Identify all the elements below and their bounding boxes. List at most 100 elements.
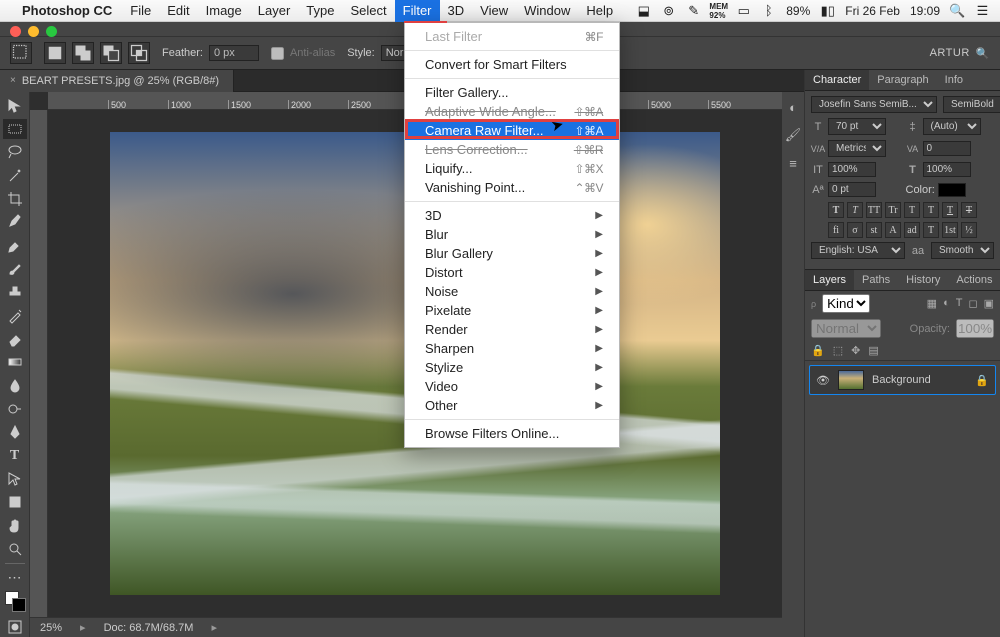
doc-size[interactable]: Doc: 68.7M/68.7M xyxy=(104,622,194,634)
menu-stylize-sub[interactable]: Stylize▶ xyxy=(405,358,619,377)
window-close[interactable] xyxy=(10,26,21,37)
quickmask-icon[interactable] xyxy=(3,618,27,637)
crop-tool-icon[interactable] xyxy=(3,189,27,208)
stamp-tool-icon[interactable] xyxy=(3,283,27,302)
leading-select[interactable]: (Auto) xyxy=(923,118,981,135)
eyedropper-tool-icon[interactable] xyxy=(3,213,27,232)
baseline-input[interactable] xyxy=(828,182,876,197)
menu-file[interactable]: File xyxy=(122,0,159,22)
ot-st-button[interactable]: st xyxy=(866,222,882,238)
menu-other-sub[interactable]: Other▶ xyxy=(405,396,619,415)
move-tool-icon[interactable] xyxy=(3,96,27,115)
menu-filter[interactable]: Filter xyxy=(395,0,440,22)
vscale-input[interactable] xyxy=(828,162,876,177)
text-color-well[interactable] xyxy=(938,183,966,197)
brush-tool-icon[interactable] xyxy=(3,259,27,278)
hscale-input[interactable] xyxy=(923,162,971,177)
wand-tool-icon[interactable] xyxy=(3,166,27,185)
layer-kind-select[interactable]: Kind xyxy=(822,294,870,313)
faux-italic-button[interactable]: T xyxy=(847,202,863,218)
workspace-name[interactable]: ARTUR xyxy=(930,47,970,59)
dropbox-icon[interactable]: ⬓ xyxy=(636,3,651,18)
menu-edit[interactable]: Edit xyxy=(159,0,197,22)
underline-button[interactable]: T xyxy=(942,202,958,218)
menu-image[interactable]: Image xyxy=(198,0,250,22)
lock-position-icon[interactable]: ✥ xyxy=(851,344,860,357)
kerning-select[interactable]: Metrics xyxy=(828,140,886,157)
antialias-select[interactable]: Smooth xyxy=(931,242,994,259)
window-zoom[interactable] xyxy=(46,26,57,37)
lock-pixels-icon[interactable]: ⬚ xyxy=(833,344,843,357)
menu-help[interactable]: Help xyxy=(578,0,621,22)
evernote-icon[interactable]: ✎ xyxy=(686,3,701,18)
lasso-tool-icon[interactable] xyxy=(3,143,27,162)
bluetooth-icon[interactable]: ᛒ xyxy=(761,3,776,18)
tab-paragraph[interactable]: Paragraph xyxy=(869,70,936,90)
menu-blur-gallery-sub[interactable]: Blur Gallery▶ xyxy=(405,244,619,263)
ot-ad-button[interactable]: ad xyxy=(904,222,920,238)
display-icon[interactable]: ▭ xyxy=(736,3,751,18)
menu-sharpen-sub[interactable]: Sharpen▶ xyxy=(405,339,619,358)
spotlight-icon[interactable]: 🔍 xyxy=(950,3,965,18)
blur-tool-icon[interactable] xyxy=(3,376,27,395)
eraser-tool-icon[interactable] xyxy=(3,329,27,348)
strike-button[interactable]: T xyxy=(961,202,977,218)
menu-blur-sub[interactable]: Blur▶ xyxy=(405,225,619,244)
superscript-button[interactable]: T xyxy=(904,202,920,218)
marquee-add-icon[interactable] xyxy=(72,42,94,64)
menu-lens-correction[interactable]: Lens Correction...⇧⌘R xyxy=(405,140,619,159)
menu-3d[interactable]: 3D xyxy=(440,0,473,22)
gradient-tool-icon[interactable] xyxy=(3,353,27,372)
filter-type-icon[interactable]: T xyxy=(956,297,963,310)
path-tool-icon[interactable] xyxy=(3,469,27,488)
menu-layer[interactable]: Layer xyxy=(250,0,299,22)
history-brush-icon[interactable] xyxy=(3,306,27,325)
menu-convert-smart[interactable]: Convert for Smart Filters xyxy=(405,55,619,74)
ot-frac-button[interactable]: ½ xyxy=(961,222,977,238)
smallcaps-button[interactable]: Tr xyxy=(885,202,901,218)
menu-select[interactable]: Select xyxy=(342,0,394,22)
menu-view[interactable]: View xyxy=(472,0,516,22)
menu-browse-filters[interactable]: Browse Filters Online... xyxy=(405,424,619,443)
menu-vanishing-point[interactable]: Vanishing Point...⌃⌘V xyxy=(405,178,619,197)
marquee-intersect-icon[interactable] xyxy=(128,42,150,64)
tab-character[interactable]: Character xyxy=(805,70,869,90)
ot-ord-button[interactable]: 1st xyxy=(942,222,958,238)
menu-type[interactable]: Type xyxy=(298,0,342,22)
search-icon[interactable]: 🔍 xyxy=(976,47,990,60)
ruler-vertical[interactable] xyxy=(30,110,48,617)
filter-smart-icon[interactable]: ▣ xyxy=(984,297,994,310)
adjustments-icon[interactable]: ◐ xyxy=(784,98,802,116)
language-select[interactable]: English: USA xyxy=(811,242,905,259)
menu-pixelate-sub[interactable]: Pixelate▶ xyxy=(405,301,619,320)
tab-layers[interactable]: Layers xyxy=(805,270,854,290)
app-name[interactable]: Photoshop CC xyxy=(22,3,112,18)
menu-3d-sub[interactable]: 3D▶ xyxy=(405,206,619,225)
ot-lig-button[interactable]: fi xyxy=(828,222,844,238)
font-style-select[interactable]: SemiBold xyxy=(943,96,1000,113)
battery-icon[interactable]: ▮▯ xyxy=(820,3,835,18)
filter-shape-icon[interactable]: ◻ xyxy=(968,297,977,310)
document-tab[interactable]: × BEART PRESETS.jpg @ 25% (RGB/8#) xyxy=(0,70,234,92)
close-tab-icon[interactable]: × xyxy=(10,70,16,92)
ot-title-button[interactable]: T xyxy=(923,222,939,238)
type-tool-icon[interactable]: T xyxy=(3,446,27,465)
window-minimize[interactable] xyxy=(28,26,39,37)
menu-noise-sub[interactable]: Noise▶ xyxy=(405,282,619,301)
menu-camera-raw[interactable]: Camera Raw Filter...⇧⌘A xyxy=(405,121,619,140)
pen-tool-icon[interactable] xyxy=(3,423,27,442)
lock-all-icon[interactable]: ▤ xyxy=(868,344,878,357)
allcaps-button[interactable]: TT xyxy=(866,202,882,218)
layer-thumbnail[interactable] xyxy=(838,370,864,390)
shape-tool-icon[interactable] xyxy=(3,493,27,512)
mem-icon[interactable]: MEM92% xyxy=(711,3,726,18)
tab-history[interactable]: History xyxy=(898,270,948,290)
menu-adaptive-wide[interactable]: Adaptive Wide Angle...⇧⌘A xyxy=(405,102,619,121)
toolbox-extra-icon[interactable]: ⋯ xyxy=(3,567,27,586)
menu-video-sub[interactable]: Video▶ xyxy=(405,377,619,396)
hand-tool-icon[interactable] xyxy=(3,516,27,535)
swatches-icon[interactable]: ≡ xyxy=(784,154,802,172)
marquee-tool-icon[interactable] xyxy=(3,119,27,138)
menu-liquify[interactable]: Liquify...⇧⌘X xyxy=(405,159,619,178)
tab-paths[interactable]: Paths xyxy=(854,270,898,290)
